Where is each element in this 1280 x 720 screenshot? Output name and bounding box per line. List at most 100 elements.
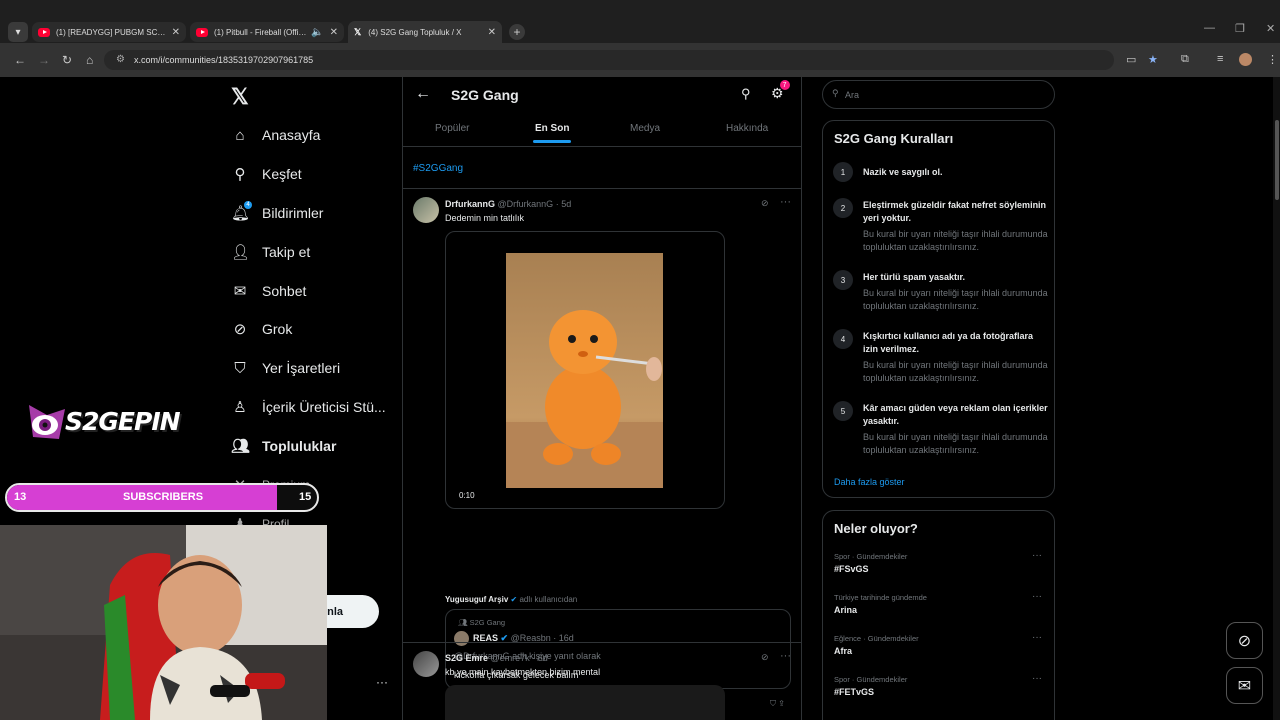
grok-icon[interactable]: ⊘ [761, 652, 769, 663]
home-icon: ⌂ [235, 126, 245, 144]
nav-label: Takip et [262, 244, 311, 260]
forward-icon[interactable]: → [38, 53, 50, 67]
nav-chat[interactable]: ✉ Sohbet [231, 280, 307, 302]
speaker-icon[interactable]: 🔈 [311, 27, 323, 38]
browser-tab-1[interactable]: (1) [READYGG] PUBGM SCRIM ✕ [32, 22, 186, 42]
bookmark-icon: ⛉ [770, 699, 777, 708]
back-arrow-icon[interactable]: ← [415, 85, 431, 103]
x-logo[interactable]: 𝕏 [231, 84, 249, 110]
quoted-post[interactable]: 👥︎ S2G Gang REAS ✔ @Reasbn · 16d @Drfurk… [445, 609, 791, 689]
search-icon[interactable]: ⚲ [741, 86, 751, 102]
avatar[interactable] [413, 197, 439, 223]
tab-about[interactable]: Hakkında [726, 123, 768, 134]
eye-logo-icon [29, 405, 65, 439]
back-icon[interactable]: ← [14, 53, 26, 67]
bookmark-button[interactable]: ⛉ ⇪ [770, 699, 785, 709]
more-icon[interactable]: ··· [1032, 550, 1042, 561]
tab-latest[interactable]: En Son [532, 123, 572, 143]
nav-explore[interactable]: ⚲ Keşfet [231, 163, 302, 185]
bookmark-star-icon[interactable]: ★ [1148, 53, 1158, 66]
tab-search-button[interactable]: ▾ [8, 22, 28, 42]
author-handle: @DrfurkannG [497, 199, 554, 209]
trend-name[interactable]: Afra [834, 646, 852, 656]
close-tab-icon[interactable]: ✕ [488, 27, 496, 38]
post-author[interactable]: S2G Emre @emre7k · 6d [445, 653, 548, 663]
close-tab-icon[interactable]: ✕ [172, 27, 180, 38]
address-bar[interactable]: ⚙ x.com/i/communities/183531970290796178… [104, 50, 1114, 70]
creator-icon: ♙ [233, 399, 247, 416]
extensions-icon[interactable]: ⧉ [1181, 53, 1189, 66]
community-title: S2G Gang [451, 87, 519, 103]
more-icon[interactable]: ··· [780, 650, 791, 662]
grok-icon: ⊘ [233, 321, 247, 338]
more-icon[interactable]: ··· [1032, 591, 1042, 602]
reply-suffix: adlı kullanıcıdan [519, 595, 578, 604]
menu-icon[interactable]: ⋮ [1267, 53, 1278, 66]
grok-icon[interactable]: ⊘ [761, 198, 769, 209]
url-text: x.com/i/communities/1835319702907961785 [134, 55, 314, 65]
nav-communities[interactable]: 👥︎ Topluluklar [231, 435, 336, 457]
streamer-webcam [0, 525, 327, 720]
restore-icon[interactable]: ❐ [1235, 22, 1245, 35]
trend-name[interactable]: Arina [834, 605, 857, 615]
author-handle: @emre7k [490, 653, 530, 663]
post-media[interactable] [445, 685, 725, 720]
nav-creator-studio[interactable]: ♙ İçerik Üreticisi Stü... [231, 396, 385, 418]
post-time: 6d [537, 653, 548, 663]
rule-title: Nazik ve saygılı ol. [863, 167, 943, 177]
grok-fab-button[interactable]: ⊘ [1226, 622, 1263, 659]
nav-label: Bildirimler [262, 205, 324, 221]
reload-icon[interactable]: ↻ [62, 53, 72, 67]
browser-tab-2[interactable]: (1) Pitbull - Fireball (Official 🔈 ✕ [190, 22, 344, 42]
minimize-icon[interactable]: — [1204, 22, 1215, 34]
browser-tab-3[interactable]: 𝕏 (4) S2G Gang Topluluk / X ✕ [348, 21, 502, 43]
account-more-icon[interactable]: ··· [376, 675, 388, 689]
tab-media[interactable]: Medya [630, 123, 660, 134]
tab-title: (1) Pitbull - Fireball (Official [214, 27, 309, 37]
profile-avatar[interactable] [1239, 53, 1252, 66]
close-tab-icon[interactable]: ✕ [330, 27, 338, 38]
site-info-icon[interactable]: ⚙ [116, 54, 125, 65]
close-window-icon[interactable]: ✕ [1266, 22, 1275, 35]
avatar[interactable] [413, 651, 439, 677]
subscriber-goal: 15 [299, 491, 312, 503]
search-placeholder: Ara [845, 89, 860, 100]
nav-bookmarks[interactable]: ⛉ Yer İşaretleri [231, 357, 340, 379]
post-video[interactable]: 0:10 [445, 231, 725, 509]
show-more-link[interactable]: Daha fazla göster [834, 477, 905, 487]
rule-title: Kâr amacı güden veya reklam olan içerikl… [863, 403, 1048, 426]
nav-grok[interactable]: ⊘ Grok [231, 318, 293, 340]
nav-label: Keşfet [262, 166, 302, 182]
more-icon[interactable]: ··· [780, 196, 791, 208]
rule-number: 3 [833, 270, 853, 290]
nav-follow[interactable]: 👤︎ Takip et [231, 241, 310, 263]
nav-home[interactable]: ⌂ Anasayfa [231, 124, 320, 146]
nav-label: Topluluklar [262, 438, 337, 454]
trend-category: Eğlence · Gündemdekiler [834, 634, 919, 643]
scrollbar-thumb[interactable] [1275, 120, 1279, 200]
search-input[interactable]: ⚲ Ara [822, 80, 1055, 109]
trend-name[interactable]: #FSvGS [834, 564, 869, 574]
share-icon[interactable]: ⇪ [778, 699, 785, 708]
more-icon[interactable]: ··· [1032, 673, 1042, 684]
tab-popular[interactable]: Popüler [435, 123, 469, 134]
reply-author[interactable]: Yugusuguf Arşiv [445, 595, 508, 604]
trend-category: Türkiye tarihinde gündemde [834, 593, 927, 602]
install-icon[interactable]: ▭ [1126, 53, 1136, 66]
more-icon[interactable]: ··· [1032, 632, 1042, 643]
tab-title: (1) [READYGG] PUBGM SCRIM [56, 27, 166, 37]
settings-gear-icon[interactable]: ⚙ 7 [771, 80, 790, 102]
nav-notifications[interactable]: 🔔︎ 4 Bildirimler [231, 201, 324, 224]
media-controls-icon[interactable]: ≡ [1217, 53, 1223, 65]
post-author[interactable]: DrfurkannG @DrfurkannG · 5d [445, 199, 571, 209]
video-thumbnail [506, 253, 663, 488]
messages-fab-button[interactable]: ✉ [1226, 667, 1263, 704]
community-hashtag[interactable]: #S2GGang [413, 163, 463, 174]
trend-category: Spor · Gündemdekiler [834, 552, 908, 561]
divider [403, 188, 801, 189]
home-icon[interactable]: ⌂ [86, 53, 93, 67]
trend-name[interactable]: #FETvGS [834, 687, 874, 697]
new-tab-button[interactable]: + [509, 24, 525, 40]
search-icon: ⚲ [234, 166, 246, 183]
author-name: DrfurkannG [445, 199, 496, 209]
